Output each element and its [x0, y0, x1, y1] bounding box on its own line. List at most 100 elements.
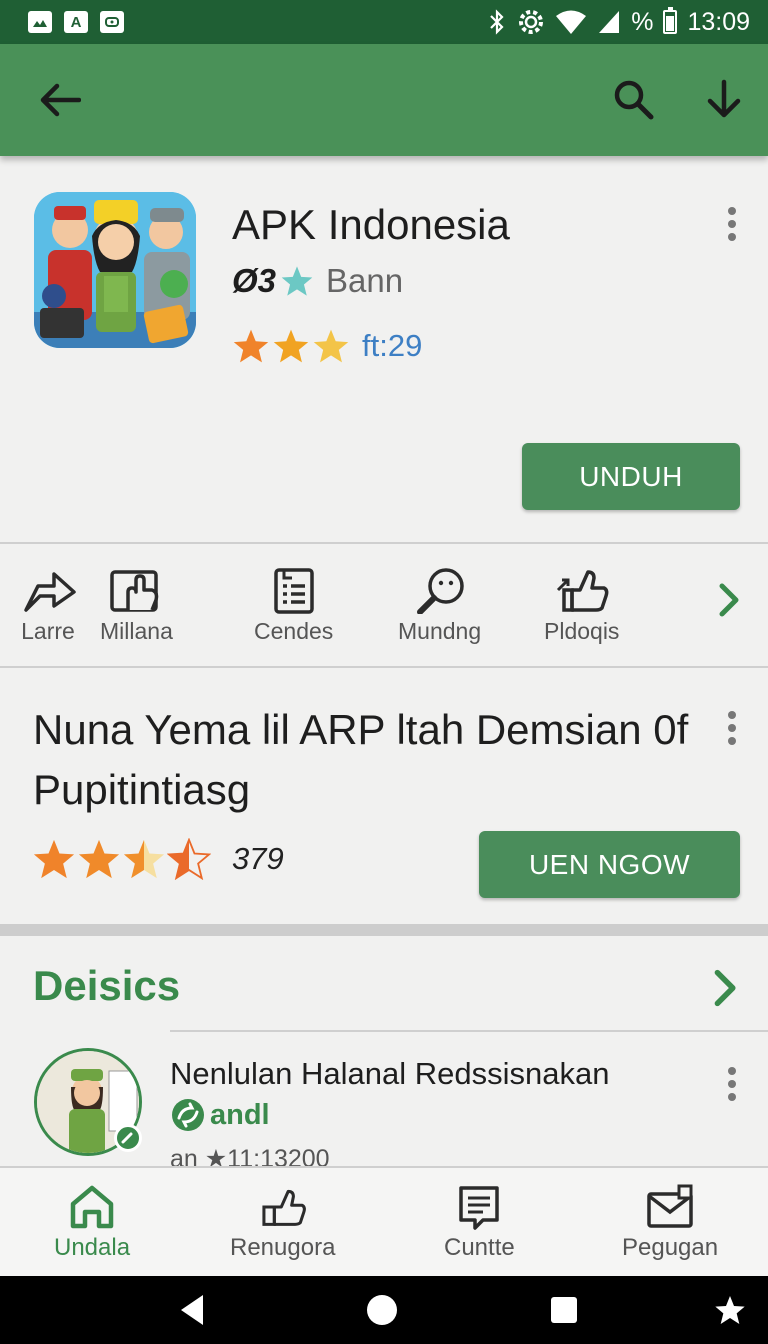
app-notification-icon: A	[64, 11, 88, 33]
battery-percent: %	[631, 7, 654, 36]
system-recents-button[interactable]	[544, 1290, 584, 1330]
star-icon	[33, 839, 75, 879]
list-item-title[interactable]: Nenlulan Halanal Redssisnakan	[170, 1056, 609, 1092]
divider	[0, 542, 768, 544]
wifi-icon	[556, 10, 587, 34]
image-notification-icon	[28, 11, 52, 33]
back-button[interactable]	[32, 72, 88, 128]
star-half-icon	[167, 838, 211, 880]
home-circle-icon	[367, 1295, 397, 1325]
action-label: Larre	[21, 618, 75, 644]
nav-label: Cuntte	[444, 1234, 515, 1261]
star-icon	[273, 329, 309, 363]
actions-next-button[interactable]	[712, 580, 744, 620]
dot-icon	[728, 711, 736, 719]
settings-status-icon	[519, 10, 544, 34]
featured-action-button[interactable]: UEN NGOW	[479, 831, 740, 898]
dot-icon	[728, 1093, 736, 1101]
action-details[interactable]: Cendes	[254, 566, 333, 645]
dot-icon	[728, 724, 736, 732]
battery-icon	[663, 7, 678, 34]
system-navigation-bar	[0, 1276, 768, 1344]
star-icon	[715, 1296, 745, 1324]
list-item-more-button[interactable]	[717, 1062, 747, 1106]
refresh-badge-icon	[172, 1099, 204, 1131]
action-gallery[interactable]: Millana	[100, 566, 173, 645]
dot-icon	[728, 220, 736, 228]
list-item-meta: an ★11:13200	[170, 1145, 330, 1166]
bluetooth-icon	[490, 9, 504, 35]
system-status: % 13:09	[487, 7, 750, 37]
rating-count: ft:29	[362, 328, 423, 363]
featured-title[interactable]: Nuna Yema lil ARP ltah Demsian 0f Pupiti…	[33, 700, 693, 820]
divider	[0, 666, 768, 668]
nav-label: Undala	[54, 1234, 131, 1261]
system-back-button[interactable]	[172, 1290, 212, 1330]
thumbs-up-icon	[262, 1189, 306, 1226]
star-teal-icon	[281, 266, 313, 296]
search-button[interactable]	[606, 72, 662, 128]
dot-icon	[728, 1067, 736, 1075]
app-rating: ft:29	[232, 328, 422, 364]
verified-badge-icon	[114, 1124, 142, 1152]
action-search[interactable]: Mundng	[398, 566, 481, 645]
share-arrow-icon	[24, 572, 76, 612]
featured-rating-count: 379	[232, 841, 284, 876]
nav-label: Renugora	[230, 1234, 336, 1261]
back-triangle-icon	[181, 1295, 203, 1325]
download-icon	[707, 79, 741, 118]
clock: 13:09	[687, 7, 750, 36]
recents-square-icon	[551, 1297, 577, 1323]
featured-rating: 379	[32, 838, 284, 880]
list-item-developer[interactable]: andl	[170, 1098, 270, 1132]
bottom-navigation: Undala Renugora Cuntte Pegugan	[0, 1166, 768, 1276]
cast-notification-icon	[100, 11, 124, 33]
app-more-button[interactable]	[717, 202, 747, 246]
star-icon	[233, 329, 269, 363]
section-more-button[interactable]	[706, 966, 742, 1015]
developer-name: andl	[210, 1098, 270, 1131]
download-button[interactable]	[696, 72, 752, 128]
app-rank: Ø3 Bann	[232, 262, 403, 300]
app-title: APK Indonesia	[232, 201, 510, 248]
rank-number: Ø3	[232, 262, 277, 299]
nav-item-recommend[interactable]: Renugora	[230, 1184, 335, 1262]
photo-hand-icon	[110, 570, 159, 612]
dot-icon	[728, 233, 736, 241]
dot-icon	[728, 737, 736, 745]
featured-more-button[interactable]	[717, 706, 747, 750]
thumbs-up-icon	[556, 570, 609, 612]
nav-item-messages[interactable]: Pegugan	[622, 1184, 718, 1262]
chevron-right-icon	[719, 583, 739, 617]
system-favorite-button[interactable]	[710, 1290, 750, 1330]
nav-item-content[interactable]: Cuntte	[444, 1184, 515, 1262]
document-icon	[459, 1186, 500, 1230]
app-icon	[34, 192, 196, 348]
nav-item-home[interactable]: Undala	[54, 1184, 130, 1262]
system-home-button[interactable]	[362, 1290, 402, 1330]
star-icon	[313, 329, 349, 363]
dot-icon	[728, 1080, 736, 1088]
action-label: Millana	[100, 618, 173, 644]
action-like[interactable]: Pldoqis	[544, 566, 619, 645]
star-icon	[123, 839, 165, 879]
list-document-icon	[273, 568, 314, 614]
search-icon	[614, 80, 654, 120]
status-bar: A % 13:09	[0, 0, 768, 44]
nav-label: Pegugan	[622, 1234, 719, 1261]
notification-icons: A	[28, 11, 124, 33]
dot-icon	[728, 207, 736, 215]
section-divider	[0, 924, 768, 936]
battery-level	[666, 16, 675, 31]
action-label: Cendes	[254, 618, 334, 644]
section-title[interactable]: Deisics	[33, 962, 180, 1010]
home-icon	[70, 1185, 114, 1229]
magnifier-face-icon	[416, 568, 464, 614]
app-toolbar	[0, 44, 768, 156]
arrow-left-icon	[40, 83, 81, 117]
divider	[170, 1030, 768, 1032]
action-share[interactable]: Larre	[18, 566, 78, 645]
install-button[interactable]: UNDUH	[522, 443, 740, 510]
developer-name[interactable]: Bann	[326, 262, 403, 300]
signal-icon	[599, 11, 620, 33]
